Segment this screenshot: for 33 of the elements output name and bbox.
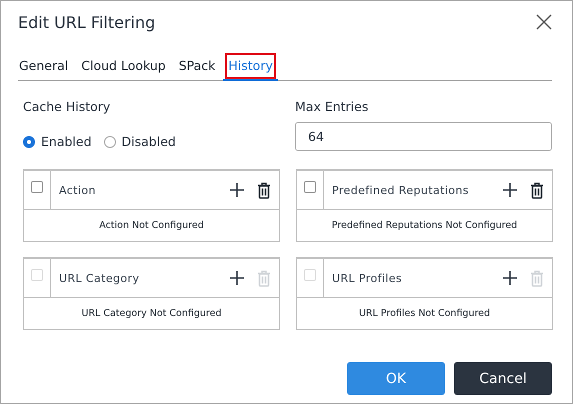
delete-icon[interactable] bbox=[530, 182, 544, 198]
add-icon[interactable] bbox=[502, 270, 518, 286]
tab[interactable]: History bbox=[223, 51, 278, 81]
cancel-button[interactable]: Cancel bbox=[454, 362, 552, 395]
table-title: Predefined Reputations bbox=[331, 184, 470, 196]
empty-message: Predefined Reputations Not Configured bbox=[332, 220, 518, 231]
checkbox[interactable] bbox=[31, 181, 43, 193]
window-title: Edit URL Filtering bbox=[18, 12, 156, 32]
max-entries-field[interactable]: 64 bbox=[295, 122, 552, 151]
radio-icon[interactable] bbox=[104, 136, 116, 148]
checkbox[interactable] bbox=[304, 181, 316, 193]
empty-message: URL Profiles Not Configured bbox=[358, 308, 490, 319]
table-title: URL Category bbox=[58, 272, 140, 284]
radio-option[interactable]: Enabled bbox=[23, 134, 92, 149]
tab[interactable]: SPack bbox=[174, 51, 220, 81]
radio-label: Enabled bbox=[41, 134, 92, 149]
tab[interactable]: General bbox=[18, 51, 74, 81]
radio-label: Disabled bbox=[122, 134, 176, 149]
ok-button[interactable]: OK bbox=[347, 362, 445, 395]
add-icon[interactable] bbox=[502, 182, 518, 198]
add-icon[interactable] bbox=[229, 270, 245, 286]
table-title: URL Profiles bbox=[331, 272, 404, 284]
radio-icon[interactable] bbox=[23, 136, 35, 148]
close-icon[interactable] bbox=[536, 14, 552, 30]
tab[interactable]: Cloud Lookup bbox=[76, 51, 171, 81]
add-icon[interactable] bbox=[229, 182, 245, 198]
cache-history-label: Cache History bbox=[23, 99, 112, 114]
empty-message: URL Category Not Configured bbox=[81, 308, 222, 319]
radio-option[interactable]: Disabled bbox=[104, 134, 176, 149]
delete-icon[interactable] bbox=[257, 182, 271, 198]
empty-message: Action Not Configured bbox=[99, 220, 204, 231]
max-entries-label: Max Entries bbox=[295, 99, 370, 114]
table-title: Action bbox=[58, 184, 97, 196]
